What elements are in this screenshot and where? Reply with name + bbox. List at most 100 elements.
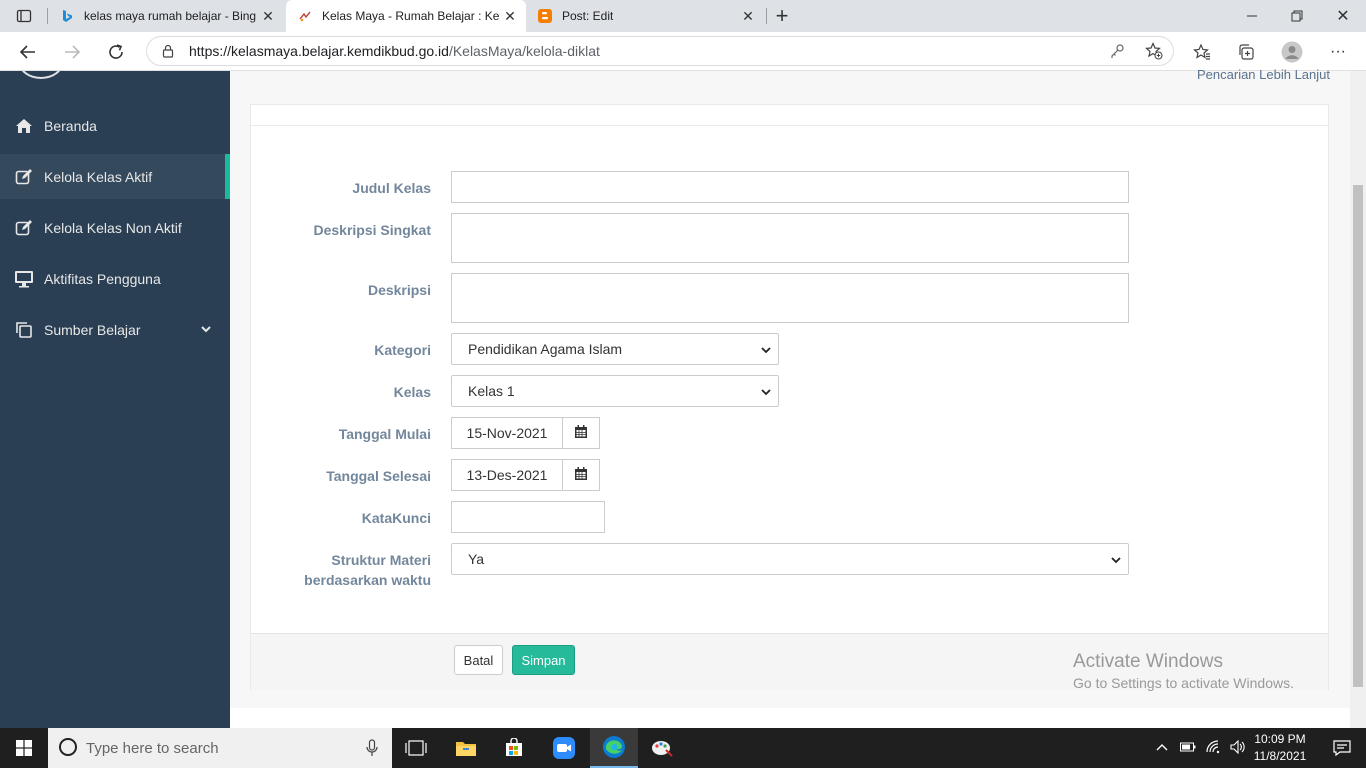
file-explorer-icon[interactable]	[442, 728, 490, 768]
tab-title: Kelas Maya - Rumah Belajar : Kel	[322, 9, 500, 23]
tanggal-mulai-field: 15-Nov-2021	[451, 417, 600, 449]
close-window-icon[interactable]: ✕	[1331, 4, 1355, 28]
deskripsi-singkat-textarea[interactable]	[451, 213, 1129, 263]
forward-icon[interactable]	[60, 40, 84, 64]
watermark-line1: Activate Windows	[1073, 651, 1223, 672]
microphone-icon[interactable]	[366, 739, 378, 760]
notification-center-icon[interactable]	[1318, 728, 1366, 768]
close-tab-icon[interactable]: ✕	[260, 8, 276, 24]
kategori-select[interactable]: Pendidikan Agama Islam	[451, 333, 779, 365]
simpan-button[interactable]: Simpan	[512, 645, 575, 675]
advanced-search-link[interactable]: Pencarian Lebih Lanjut	[1197, 67, 1330, 82]
more-menu-icon[interactable]: ···	[1326, 40, 1350, 64]
sidebar-item-aktifitas-pengguna[interactable]: Aktifitas Pengguna	[0, 256, 230, 301]
system-tray	[1156, 728, 1246, 768]
sidebar-item-label: Aktifitas Pengguna	[44, 270, 161, 287]
tab-actions-icon[interactable]	[12, 4, 36, 28]
katakunci-label: KataKunci	[361, 510, 431, 526]
logo	[18, 71, 64, 79]
tab-bing[interactable]: kelas maya rumah belajar - Bing ✕	[52, 0, 284, 32]
judul-kelas-input[interactable]	[451, 171, 1129, 203]
kategori-label: Kategori	[374, 342, 431, 358]
tanggal-mulai-input[interactable]: 15-Nov-2021	[451, 417, 562, 449]
favorites-icon[interactable]	[1190, 40, 1214, 64]
lock-icon[interactable]	[161, 44, 175, 58]
collections-icon[interactable]	[1234, 40, 1258, 64]
calendar-icon	[575, 467, 587, 483]
task-view-icon[interactable]	[392, 728, 440, 768]
struktur-label-line1: Struktur Materi	[331, 552, 431, 568]
tab-separator	[47, 8, 48, 24]
watermark-line2: Go to Settings to activate Windows.	[1073, 675, 1294, 691]
form-panel: Judul Kelas Deskripsi Singkat Deskripsi …	[250, 104, 1329, 690]
chevron-down-icon[interactable]	[200, 322, 212, 338]
browser-tab-bar: kelas maya rumah belajar - Bing ✕ Kelas …	[0, 0, 1366, 32]
minimize-icon[interactable]	[1240, 4, 1264, 28]
profile-avatar-icon[interactable]	[1280, 40, 1304, 64]
chevron-up-icon[interactable]	[1156, 741, 1168, 755]
edge-browser-icon[interactable]	[590, 728, 638, 768]
sidebar-item-label: Beranda	[44, 117, 97, 134]
page-scrollbar[interactable]	[1350, 71, 1366, 728]
tab-title: Post: Edit	[562, 9, 614, 23]
microsoft-store-icon[interactable]	[490, 728, 538, 768]
tanggal-selesai-label: Tanggal Selesai	[326, 468, 431, 484]
close-tab-icon[interactable]: ✕	[502, 8, 518, 24]
wifi-icon[interactable]	[1206, 739, 1222, 757]
tanggal-mulai-label: Tanggal Mulai	[338, 426, 431, 442]
sidebar-item-label: Kelola Kelas Aktif	[44, 168, 153, 185]
batal-button[interactable]: Batal	[454, 645, 503, 675]
struktur-materi-select[interactable]: Ya	[451, 543, 1129, 575]
tanggal-selesai-input[interactable]: 13-Des-2021	[451, 459, 562, 491]
calendar-icon	[575, 425, 587, 441]
refresh-icon[interactable]	[104, 40, 128, 64]
zoom-icon[interactable]	[540, 728, 588, 768]
taskbar-search-box[interactable]: Type here to search	[48, 728, 392, 768]
activate-windows-watermark: Activate Windows Go to Settings to activ…	[1073, 651, 1294, 691]
back-icon[interactable]	[16, 40, 40, 64]
taskbar-clock[interactable]: 10:09 PM 11/8/2021	[1250, 731, 1310, 765]
restore-icon[interactable]	[1285, 4, 1309, 28]
sidebar-item-beranda[interactable]: Beranda	[0, 103, 230, 148]
volume-icon[interactable]	[1230, 739, 1246, 757]
home-icon	[14, 116, 34, 136]
struktur-label-line2: berdasarkan waktu	[304, 572, 431, 588]
scrollbar-thumb[interactable]	[1353, 185, 1363, 687]
deskripsi-singkat-label: Deskripsi Singkat	[313, 222, 432, 238]
sidebar-item-kelola-kelas-aktif[interactable]: Kelola Kelas Aktif	[0, 154, 230, 199]
sidebar-item-sumber-belajar[interactable]: Sumber Belajar	[0, 307, 230, 352]
edit-icon	[14, 218, 34, 238]
battery-icon[interactable]	[1180, 741, 1196, 755]
search-icon	[58, 737, 78, 760]
kategori-selected-value: Pendidikan Agama Islam	[468, 341, 623, 357]
sidebar-item-kelola-kelas-non-aktif[interactable]: Kelola Kelas Non Aktif	[0, 205, 230, 250]
windows-start-icon[interactable]	[0, 728, 48, 768]
paint-app-icon[interactable]	[638, 728, 686, 768]
sidebar-item-label: Kelola Kelas Non Aktif	[44, 219, 182, 236]
panel-header	[251, 105, 1328, 126]
kelas-maya-icon	[298, 9, 312, 23]
url-text: https://kelasmaya.belajar.kemdikbud.go.i…	[189, 43, 600, 59]
close-tab-icon[interactable]: ✕	[740, 8, 756, 24]
sidebar: Beranda Kelola Kelas Aktif Kelola Kelas …	[0, 71, 230, 728]
calendar-button[interactable]	[562, 417, 600, 449]
kelas-select[interactable]: Kelas 1	[451, 375, 779, 407]
tab-post-edit[interactable]: Post: Edit ✕	[528, 0, 764, 32]
deskripsi-textarea[interactable]	[451, 273, 1129, 323]
monitor-icon	[14, 269, 34, 289]
calendar-button[interactable]	[562, 459, 600, 491]
address-bar: https://kelasmaya.belajar.kemdikbud.go.i…	[0, 32, 1366, 71]
main-content: Pencarian Lebih Lanjut Judul Kelas Deskr…	[230, 67, 1350, 728]
tanggal-selesai-field: 13-Des-2021	[451, 459, 600, 491]
judul-kelas-label: Judul Kelas	[352, 180, 431, 196]
tab-separator	[766, 8, 767, 24]
key-icon[interactable]	[1109, 43, 1125, 62]
clock-date: 11/8/2021	[1253, 749, 1307, 763]
tab-kelas-maya[interactable]: Kelas Maya - Rumah Belajar : Kel ✕	[286, 0, 526, 32]
katakunci-input[interactable]	[451, 501, 605, 533]
add-favorite-icon[interactable]	[1145, 42, 1163, 63]
url-bar[interactable]: https://kelasmaya.belajar.kemdikbud.go.i…	[146, 36, 1174, 66]
new-tab-icon[interactable]: +	[770, 3, 794, 28]
deskripsi-label: Deskripsi	[367, 282, 431, 298]
struktur-selected-value: Ya	[468, 551, 485, 567]
